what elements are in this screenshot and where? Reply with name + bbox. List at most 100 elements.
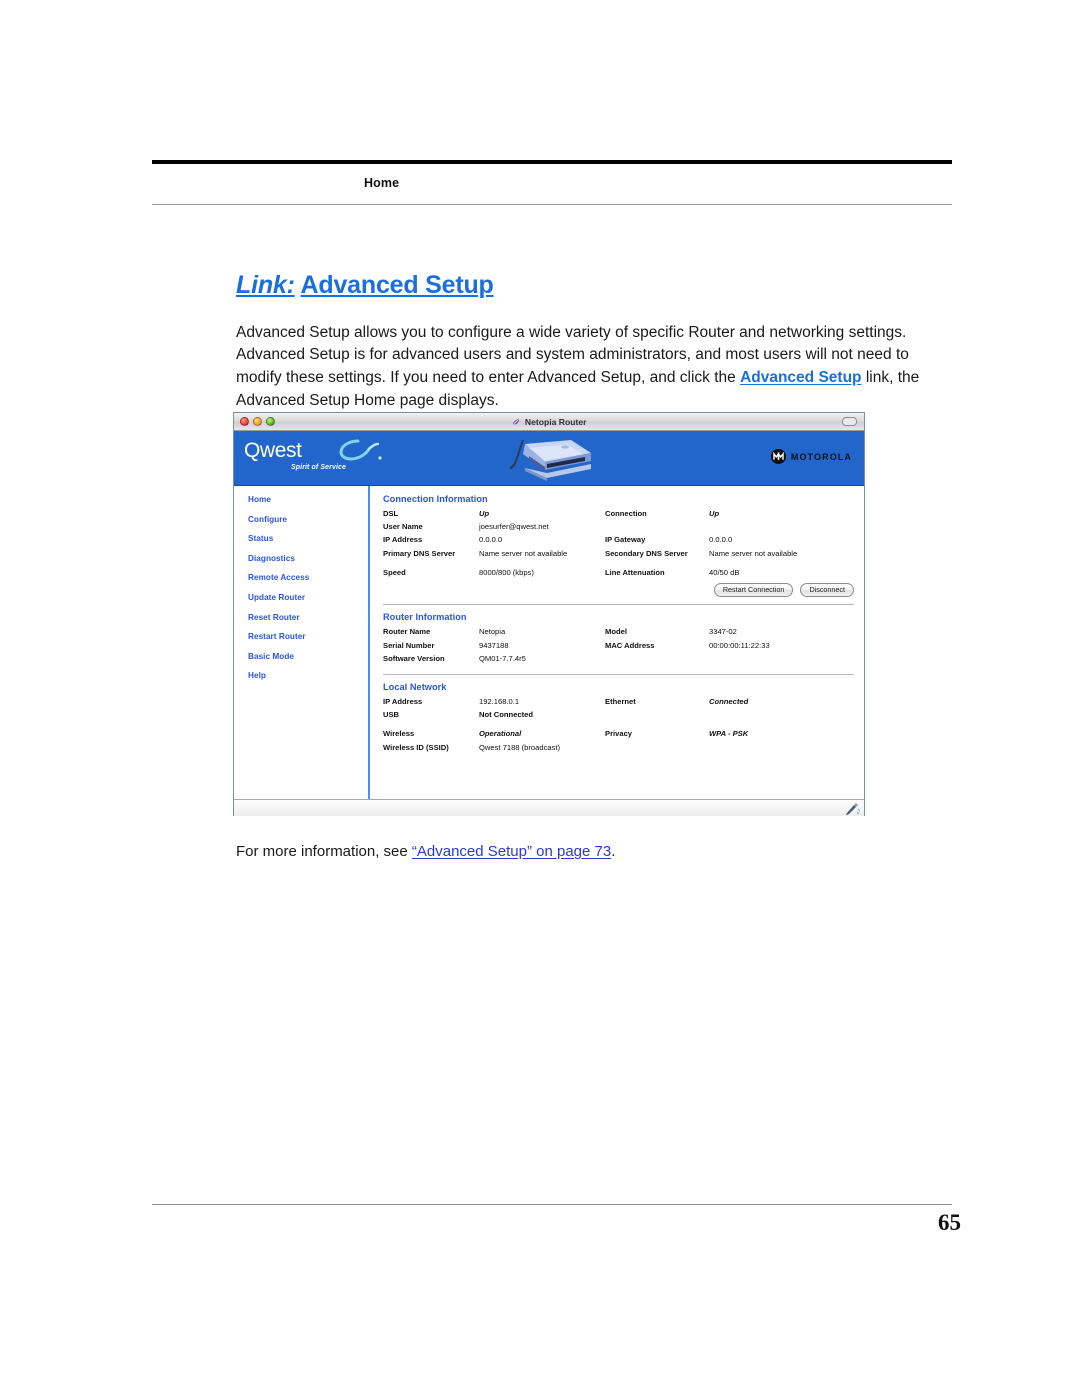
row-label: IP Address — [383, 535, 423, 545]
sidebar-item-restart-router[interactable]: Restart Router — [248, 632, 368, 641]
table-row: Serial Number 9437188 MAC Address 00:00:… — [383, 641, 854, 654]
caption-cross-reference-link[interactable]: “Advanced Setup” on page 73 — [412, 843, 611, 860]
row-label: Router Name — [383, 627, 431, 637]
restart-connection-button[interactable]: Restart Connection — [713, 582, 794, 598]
disconnect-button[interactable]: Disconnect — [800, 582, 854, 598]
connection-information-section: Connection Information DSL Up Connection… — [383, 494, 854, 598]
sidebar-item-status[interactable]: Status — [248, 534, 368, 543]
page-title-rest: Advanced Setup — [300, 271, 494, 299]
row-value: Netopia — [479, 627, 506, 637]
footer-rule — [152, 1204, 952, 1205]
row-value-2: Name server not available — [709, 548, 798, 558]
sidebar-item-configure[interactable]: Configure — [248, 515, 368, 524]
row-label-2: Connection — [605, 509, 647, 518]
local-network-heading: Local Network — [383, 682, 447, 692]
sidebar-item-reset-router[interactable]: Reset Router — [248, 613, 368, 622]
motorola-logo: MOTOROLA — [770, 449, 852, 464]
table-row: IP Address 0.0.0.0 IP Gateway 0.0.0.0 — [383, 535, 854, 548]
table-row: Wireless Operational Privacy WPA - PSK — [383, 729, 854, 742]
row-label: Primary DNS Server — [383, 548, 456, 558]
router-information-section: Router Information Router Name Netopia M… — [383, 604, 854, 667]
minimize-button[interactable] — [253, 417, 262, 426]
row-value-2: 3347-02 — [709, 627, 737, 637]
row-value: QM01-7.7.4r5 — [479, 653, 526, 663]
local-network-table: IP Address 192.168.0.1 Ethernet Connecte… — [383, 697, 854, 756]
row-value: Up — [479, 509, 490, 518]
netopia-feather-icon — [512, 418, 519, 425]
content-column: Link: Advanced Setup Advanced Setup allo… — [236, 271, 926, 413]
row-label-2 — [605, 522, 709, 535]
brand-banner: Qwest Spirit of Service MOTOROLA — [234, 431, 864, 486]
window-title-group: Netopia Router — [234, 417, 864, 427]
window-body: Home Configure Status Diagnostics Remote… — [234, 486, 864, 799]
table-row: Software Version QM01-7.7.4r5 — [383, 654, 854, 667]
table-row: Speed 8000/800 (kbps) Line Attenuation 4… — [383, 568, 854, 581]
row-label: Speed — [383, 567, 406, 577]
row-value-2: 0.0.0.0 — [709, 535, 733, 545]
row-label: Software Version — [383, 653, 445, 663]
sidebar-item-home[interactable]: Home — [248, 495, 368, 504]
router-information-table: Router Name Netopia Model 3347-02 Serial… — [383, 627, 854, 667]
row-value: 192.168.0.1 — [479, 697, 520, 706]
router-admin-screenshot: Netopia Router Qwest Spirit of Service M… — [233, 412, 865, 816]
row-label-2 — [605, 654, 709, 667]
row-value: Qwest 7188 (broadcast) — [479, 742, 561, 752]
row-value-2: Connected — [709, 697, 749, 706]
router-information-heading: Router Information — [383, 612, 467, 623]
motorola-wordmark: MOTOROLA — [790, 451, 852, 462]
zoom-button[interactable] — [266, 417, 275, 426]
table-row: IP Address 192.168.0.1 Ethernet Connecte… — [383, 697, 854, 710]
local-network-section: Local Network IP Address 192.168.0.1 Eth… — [383, 674, 854, 756]
caption-prefix: For more information, see — [236, 843, 412, 860]
router-sidebar: Home Configure Status Diagnostics Remote… — [234, 486, 370, 799]
sidebar-item-update-router[interactable]: Update Router — [248, 593, 368, 602]
row-label-2: Ethernet — [605, 697, 636, 706]
sidebar-item-remote-access[interactable]: Remote Access — [248, 573, 368, 582]
row-value: Name server not available — [479, 548, 568, 558]
motorola-mark-icon — [770, 449, 786, 464]
row-value-2: 40/50 dB — [709, 567, 740, 577]
advanced-setup-inline-link[interactable]: Advanced Setup — [740, 369, 861, 386]
row-label-2: Model — [605, 627, 627, 637]
connection-button-row: Restart Connection Disconnect — [383, 582, 854, 598]
table-row: Primary DNS Server Name server not avail… — [383, 549, 854, 562]
table-row: Wireless ID (SSID) Qwest 7188 (broadcast… — [383, 743, 854, 756]
row-value-2 — [709, 710, 854, 723]
toolbar-toggle-button[interactable] — [842, 417, 857, 426]
row-value: 0.0.0.0 — [479, 535, 503, 545]
sidebar-item-basic-mode[interactable]: Basic Mode — [248, 652, 368, 661]
row-label-2 — [605, 710, 709, 723]
router-device-image — [509, 439, 591, 481]
intro-paragraph: Advanced Setup allows you to configure a… — [236, 322, 926, 413]
caption-suffix: . — [611, 843, 616, 860]
row-label-2: MAC Address — [605, 640, 655, 650]
head-rule-thin — [152, 204, 952, 205]
figure-caption: For more information, see “Advanced Setu… — [236, 843, 615, 860]
resize-grip-icon[interactable] — [845, 802, 861, 815]
sidebar-item-help[interactable]: Help — [248, 671, 368, 680]
close-button[interactable] — [240, 417, 249, 426]
row-label: USB — [383, 710, 400, 720]
row-label: Wireless — [383, 729, 415, 739]
row-label: Serial Number — [383, 640, 435, 650]
traffic-lights — [240, 417, 275, 426]
row-value: Operational — [479, 729, 522, 739]
page-number: 65 — [938, 1210, 961, 1235]
row-value: 9437188 — [479, 640, 509, 650]
sidebar-item-diagnostics[interactable]: Diagnostics — [248, 554, 368, 563]
row-label-2: Secondary DNS Server — [605, 548, 688, 558]
router-main-panel: Connection Information DSL Up Connection… — [370, 486, 864, 799]
row-label-2: Line Attenuation — [605, 567, 665, 577]
window-titlebar: Netopia Router — [234, 413, 864, 431]
row-label: Wireless ID (SSID) — [383, 742, 449, 752]
connection-information-heading: Connection Information — [383, 494, 488, 504]
qwest-swoosh-icon — [339, 439, 382, 461]
head-rule-thick — [152, 160, 952, 164]
row-value-2 — [709, 654, 854, 667]
page-title: Link: Advanced Setup — [236, 271, 926, 300]
row-value-2: Up — [709, 509, 720, 518]
row-label: User Name — [383, 522, 423, 532]
row-value: 8000/800 (kbps) — [479, 567, 534, 577]
page-title-lead: Link: — [236, 271, 295, 299]
row-label-2: IP Gateway — [605, 535, 646, 545]
